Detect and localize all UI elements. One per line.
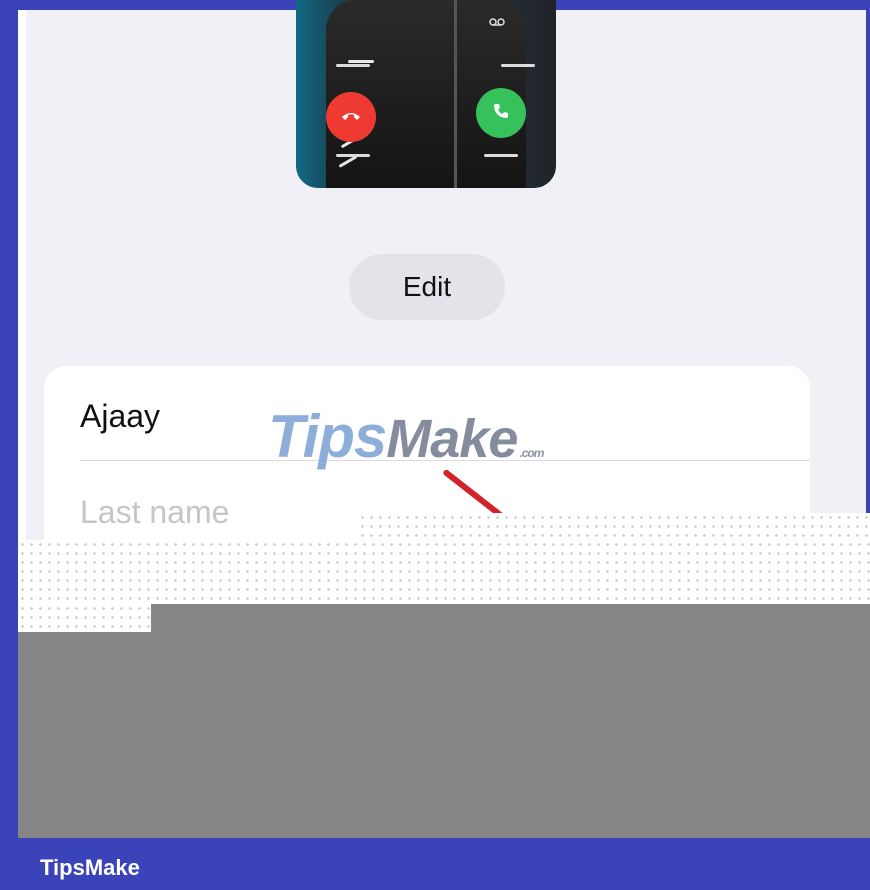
footer-brand: TipsMake	[40, 855, 140, 880]
phone-down-icon	[340, 108, 362, 126]
jacket-stripe	[348, 60, 374, 63]
frame-edge	[18, 10, 26, 545]
redaction-block	[18, 632, 870, 838]
accept-call-button[interactable]	[476, 88, 526, 138]
phone-icon	[491, 101, 511, 126]
jacket-zipper	[454, 0, 457, 188]
watermark-suffix: .com	[519, 446, 544, 460]
contact-poster-preview[interactable]	[296, 0, 556, 188]
voicemail-icon	[489, 16, 505, 30]
watermark-tips: Tips	[268, 403, 387, 470]
poster-handle	[484, 154, 518, 157]
watermark-make: Make	[386, 409, 518, 469]
poster-handle	[501, 64, 535, 67]
poster-handle	[336, 154, 370, 157]
edit-button[interactable]: Edit	[349, 254, 505, 320]
decline-call-button[interactable]	[326, 92, 376, 142]
tipsmake-watermark: Tips Make .com	[268, 402, 544, 472]
redaction-pattern	[18, 604, 151, 632]
redaction-pattern	[18, 540, 870, 606]
jacket-stripe	[338, 155, 358, 168]
footer-bar: TipsMake	[0, 838, 870, 890]
poster-handle	[336, 64, 370, 67]
